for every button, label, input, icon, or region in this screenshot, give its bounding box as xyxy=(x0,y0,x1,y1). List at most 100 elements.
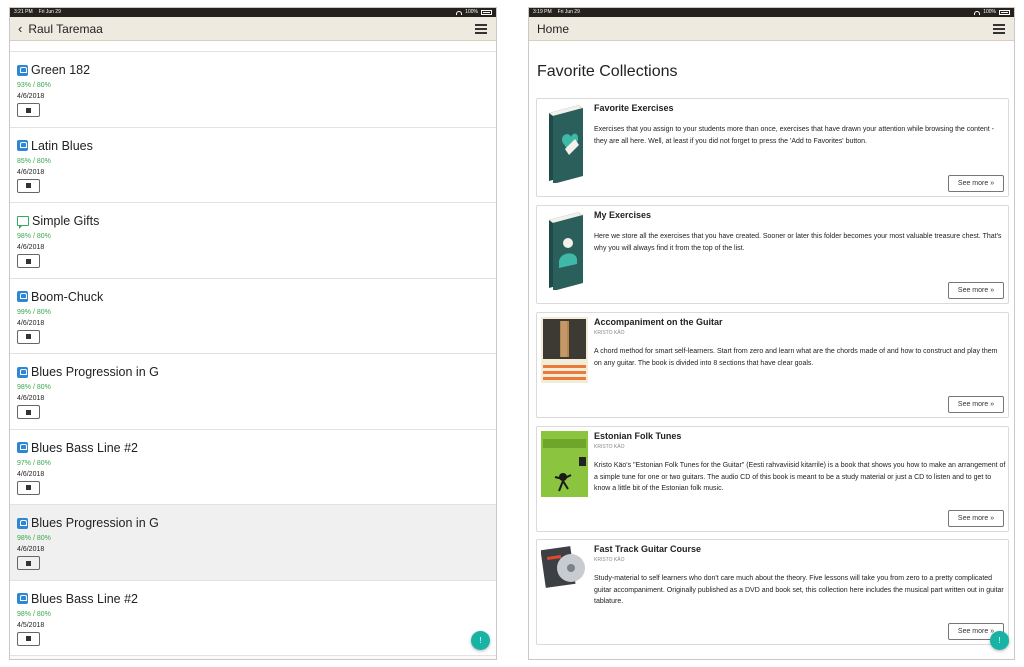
hamburger-icon[interactable] xyxy=(475,24,487,34)
hamburger-icon[interactable] xyxy=(993,24,1005,34)
right-screen: 3:19 PM Fri Jun 29 100% Home Favorite Col… xyxy=(528,7,1015,660)
item-title[interactable]: Green 182 xyxy=(31,63,90,77)
exercise-icon xyxy=(17,593,28,604)
item-title[interactable]: Blues Bass Line #2 xyxy=(31,441,138,455)
collection-description: Exercises that you assign to your studen… xyxy=(594,126,994,145)
item-score: 85% / 80% xyxy=(17,157,51,165)
clipboard-icon xyxy=(26,183,31,188)
item-score: 98% / 80% xyxy=(17,233,51,240)
collection-card[interactable]: Estonian Folk Tunes KRISTO KÄO Kristo Käo'… xyxy=(536,426,1009,532)
assignment-button[interactable] xyxy=(17,329,40,344)
item-score: 98% / 80% xyxy=(17,384,51,391)
clipboard-icon xyxy=(26,636,31,641)
list-item[interactable]: Blues Progression in G 98% / 80% 4/6/2018 xyxy=(10,505,496,581)
collection-title[interactable]: Accompaniment on the Guitar xyxy=(594,317,723,327)
status-bar: 3:19 PM Fri Jun 29 100% xyxy=(529,8,1014,17)
collection-author: KRISTO KÄO xyxy=(594,557,625,563)
list-item[interactable]: Boom-Chuck 99% / 80% 4/6/2018 xyxy=(10,278,496,354)
battery-icon xyxy=(999,10,1010,15)
assignment-button[interactable] xyxy=(17,178,40,193)
clipboard-icon xyxy=(26,107,31,113)
item-header: Boom-Chuck xyxy=(17,290,489,304)
exercise-icon xyxy=(17,366,28,378)
item-title[interactable]: Simple Gifts xyxy=(32,214,99,228)
item-title[interactable]: Latin Blues xyxy=(31,139,93,153)
exercise-icon xyxy=(17,64,28,76)
collection-card[interactable]: Fast Track Guitar Course KRISTO KÄO Study-… xyxy=(536,539,1009,645)
item-title[interactable]: Blues Progression in G xyxy=(31,365,159,379)
item-header: Blues Bass Line #2 xyxy=(17,441,489,455)
status-time: 3:21 PM xyxy=(14,9,33,15)
item-title[interactable]: Blues Progression in G xyxy=(31,516,159,530)
exercise-icon xyxy=(17,442,28,453)
list-item[interactable]: Blues Bass Line #2 98% / 80% 4/5/2018 xyxy=(10,580,496,656)
see-more-button[interactable]: See more » xyxy=(948,396,1004,413)
status-date: Fri Jun 29 xyxy=(38,9,61,15)
list-item[interactable]: Green 182 93% / 80% 4/6/2018 xyxy=(10,52,496,128)
collection-title[interactable]: Favorite Exercises xyxy=(594,103,674,113)
chat-icon xyxy=(17,216,29,229)
battery-icon xyxy=(481,10,492,15)
clipboard-icon xyxy=(26,409,31,415)
item-date: 4/6/2018 xyxy=(17,395,45,402)
wifi-icon xyxy=(974,10,981,15)
item-date: 4/6/2018 xyxy=(17,168,45,176)
see-more-button[interactable]: See more » xyxy=(948,175,1004,192)
chevron-left-icon[interactable]: ‹ xyxy=(18,22,22,35)
list-item[interactable]: Blues Bass Line #2 97% / 80% 4/6/2018 xyxy=(10,429,496,505)
action-fab[interactable]: ! xyxy=(471,631,490,650)
item-date: 4/6/2018 xyxy=(17,319,45,327)
list-item[interactable]: Latin Blues 85% / 80% 4/6/2018 xyxy=(10,127,496,203)
assignment-button[interactable] xyxy=(17,480,40,495)
assignment-button[interactable] xyxy=(17,556,40,570)
item-score: 98% / 80% xyxy=(17,610,51,618)
status-date: Fri Jun 29 xyxy=(557,9,580,15)
assignment-button[interactable] xyxy=(17,254,40,268)
list-spacer xyxy=(10,42,496,52)
item-score: 93% / 80% xyxy=(17,82,51,89)
collection-title[interactable]: Fast Track Guitar Course xyxy=(594,544,701,554)
see-more-button[interactable]: See more » xyxy=(948,510,1004,527)
collection-description: Study-material to self learners who don'… xyxy=(594,575,1004,605)
item-score: 97% / 80% xyxy=(17,459,51,467)
battery-percent: 100% xyxy=(465,9,478,15)
item-date: 4/6/2018 xyxy=(17,93,45,100)
item-header: Green 182 xyxy=(17,63,489,77)
status-time: 3:19 PM xyxy=(533,9,552,15)
battery-percent: 100% xyxy=(983,9,996,15)
collection-description: A chord method for smart self-learners. … xyxy=(594,348,998,367)
assignment-button[interactable] xyxy=(17,631,40,646)
collection-title[interactable]: Estonian Folk Tunes xyxy=(594,431,681,441)
item-header: Blues Bass Line #2 xyxy=(17,592,489,606)
collection-cover-image xyxy=(540,544,588,624)
top-nav-bar: ‹ Raul Taremaa xyxy=(10,17,496,41)
assignment-button[interactable] xyxy=(17,405,40,419)
clipboard-icon xyxy=(26,258,31,264)
collection-cover-image xyxy=(541,431,588,511)
collection-author: KRISTO KÄO xyxy=(594,444,625,450)
clipboard-icon xyxy=(26,334,31,339)
item-title[interactable]: Blues Bass Line #2 xyxy=(31,592,138,606)
exercise-list: Green 182 93% / 80% 4/6/2018 Latin Blues 85%… xyxy=(10,42,496,659)
collection-title[interactable]: My Exercises xyxy=(594,210,651,220)
collection-description: Kristo Käo's "Estonian Folk Tunes for th… xyxy=(594,462,1006,492)
item-header: Latin Blues xyxy=(17,139,489,153)
item-date: 4/6/2018 xyxy=(17,470,45,478)
status-bar: 3:21 PM Fri Jun 29 100% xyxy=(10,8,496,17)
list-item[interactable]: Simple Gifts 98% / 80% 4/6/2018 xyxy=(10,203,496,279)
item-score: 98% / 80% xyxy=(17,535,51,542)
see-more-button[interactable]: See more » xyxy=(948,282,1004,299)
action-fab[interactable]: ! xyxy=(990,631,1009,650)
assignment-button[interactable] xyxy=(17,103,40,117)
collection-card[interactable]: My Exercises Here we store all the exerci… xyxy=(536,205,1009,304)
item-title[interactable]: Boom-Chuck xyxy=(31,290,103,304)
collection-card[interactable]: Accompaniment on the Guitar KRISTO KÄO A c… xyxy=(536,312,1009,418)
top-nav-bar: Home xyxy=(529,17,1014,41)
collection-cover-image xyxy=(541,103,588,184)
collection-card[interactable]: Favorite Exercises Exercises that you ass… xyxy=(536,98,1009,197)
clipboard-icon xyxy=(26,485,31,490)
home-content: Favorite Collections Favorite Exercises E… xyxy=(529,42,1014,659)
nav-title: Raul Taremaa xyxy=(28,21,103,36)
list-item[interactable]: Blues Progression in G 98% / 80% 4/6/2018 xyxy=(10,354,496,430)
collection-author: KRISTO KÄO xyxy=(594,330,625,336)
